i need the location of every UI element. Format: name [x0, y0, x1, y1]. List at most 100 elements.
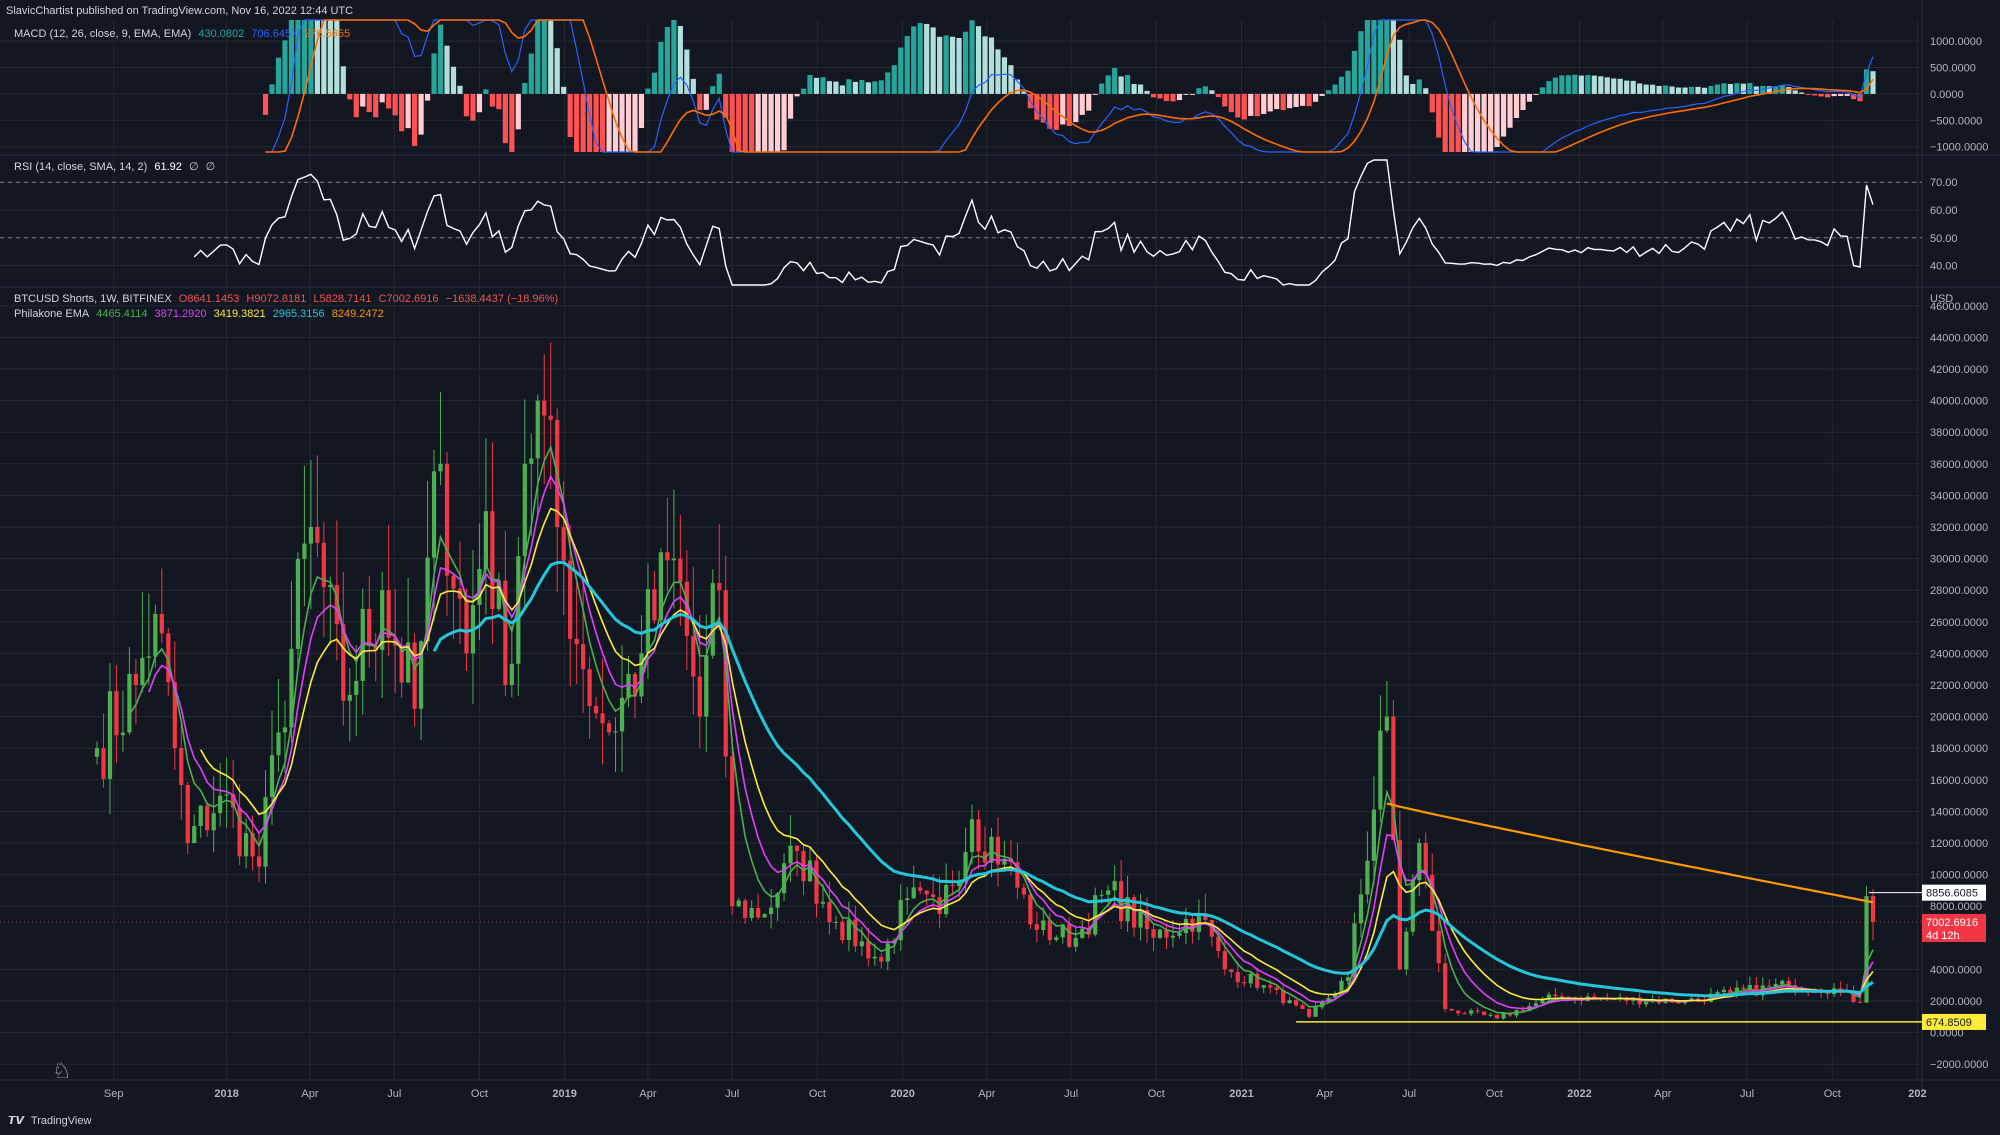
macd-bar-269 [1837, 93, 1844, 96]
price-tick-3: 40000.0000 [1930, 396, 1988, 408]
candle-body-55 [451, 575, 456, 589]
time-tick-7: Jul [725, 1088, 739, 1100]
candle-body-215 [1488, 1014, 1493, 1016]
macd-bar-267 [1825, 93, 1831, 98]
macd-bar-153 [1086, 93, 1092, 111]
candle-body-102 [756, 907, 761, 918]
macd-bar-228 [1572, 74, 1578, 94]
macd-bar-180 [1261, 93, 1267, 114]
ema-legend-value-2: 3871.2920 [154, 308, 207, 320]
macd-bar-200 [1390, 20, 1396, 94]
candle-body-184 [1287, 1000, 1292, 1004]
price-legend[interactable]: BTCUSD Shorts, 1W, BITFINEX O8641.1453 H… [14, 293, 562, 305]
candle-body-39 [347, 694, 352, 701]
macd-bar-59 [476, 93, 483, 113]
price-tick-5: 36000.0000 [1930, 459, 1988, 471]
macd-bar-105 [774, 93, 781, 152]
time-tick-12: Oct [1148, 1088, 1165, 1100]
candle-body-226 [1559, 996, 1564, 998]
macd-bar-48 [405, 93, 411, 129]
macd-bar-96 [716, 73, 722, 94]
candle-body-77 [593, 706, 599, 714]
macd-bar-249 [1708, 85, 1714, 94]
macd-bar-137 [982, 36, 988, 94]
macd-bar-154 [1092, 93, 1098, 95]
price-tick-1: 44000.0000 [1930, 332, 1988, 344]
macd-bar-130 [937, 36, 943, 94]
macd-bar-188 [1312, 93, 1319, 102]
candle-body-86 [652, 589, 657, 621]
macd-bar-46 [392, 93, 398, 116]
macd-bar-119 [865, 82, 871, 94]
price-tick-10: 26000.0000 [1930, 617, 1988, 629]
ema-legend-value-3: 3419.3821 [213, 308, 266, 320]
macd-bar-114 [833, 81, 839, 94]
macd-bar-44 [379, 93, 385, 103]
macd-bar-111 [813, 77, 820, 94]
time-tick-21: 202 [1908, 1088, 1926, 1100]
macd-tick-3: −500.0000 [1930, 115, 1982, 127]
macd-bar-160 [1131, 84, 1137, 94]
candle-body-193 [1345, 977, 1351, 981]
candle-body-33 [308, 527, 314, 544]
tradingview-footer[interactable]: 𝙏𝙑 TradingView [8, 1114, 91, 1127]
macd-bar-177 [1241, 93, 1247, 120]
macd-bar-65 [515, 93, 521, 130]
macd-bar-229 [1578, 75, 1584, 94]
candle-body-251 [1721, 989, 1727, 992]
time-tick-6: Apr [639, 1088, 656, 1100]
candle-body-28 [276, 732, 281, 756]
candle-body-31 [295, 558, 301, 649]
macd-bar-162 [1144, 90, 1150, 94]
time-tick-4: Oct [471, 1088, 488, 1100]
macd-bar-225 [1552, 77, 1558, 94]
replay-icon: ♘ [52, 1058, 72, 1083]
candle-body-135 [969, 819, 975, 852]
price-tick-14: 18000.0000 [1930, 743, 1988, 755]
candle-body-6 [133, 673, 138, 685]
candle-body-112 [820, 901, 826, 904]
candle-body-104 [768, 907, 774, 915]
macd-bar-178 [1248, 93, 1254, 116]
macd-bar-226 [1559, 75, 1565, 94]
macd-tick-2: 0.0000 [1930, 89, 1964, 101]
candle-body-182 [1274, 987, 1279, 991]
candle-body-151 [1073, 937, 1078, 947]
rsi-legend-value: 61.92 [154, 161, 182, 173]
macd-bar-252 [1727, 84, 1733, 94]
macd-bar-110 [807, 75, 813, 94]
rsi-legend[interactable]: RSI (14, close, SMA, 14, 2) 61.92 ∅ ∅ [14, 160, 219, 173]
candle-body-174 [1222, 950, 1227, 970]
macd-bar-88 [664, 27, 670, 94]
macd-legend[interactable]: MACD (12, 26, close, 9, EMA, EMA) 430.08… [14, 28, 354, 40]
candle-body-4 [120, 732, 126, 736]
candle-body-34 [315, 527, 320, 543]
ema-legend[interactable]: Philakone EMA 4465.4114 3871.2920 3419.3… [14, 308, 388, 320]
macd-bar-202 [1403, 75, 1409, 94]
macd-bar-179 [1254, 93, 1260, 117]
macd-bar-139 [995, 49, 1001, 94]
chart-canvas[interactable]: Sep 2018 Apr Jul Oct 2019 Apr Jul Oct 2020 Apr Jul O… [0, 0, 2000, 1135]
candle-body-94 [704, 655, 709, 717]
candle-body-260 [1780, 980, 1785, 985]
macd-bar-230 [1585, 75, 1591, 94]
macd-bar-168 [1183, 93, 1189, 95]
macd-bar-91 [684, 49, 690, 94]
candle-body-214 [1481, 1011, 1487, 1016]
macd-bar-61 [489, 93, 495, 107]
macd-bar-234 [1611, 78, 1617, 94]
macd-bar-45 [386, 93, 392, 109]
candle-body-72 [561, 527, 566, 561]
macd-bar-265 [1812, 93, 1818, 96]
macd-bar-95 [710, 86, 716, 94]
macd-bar-112 [820, 77, 826, 94]
macd-bar-206 [1429, 93, 1435, 113]
price-tick-15: 16000.0000 [1930, 775, 1988, 787]
macd-bar-87 [658, 41, 664, 94]
macd-bar-103 [762, 93, 768, 152]
rsi-tick-0: 70.00 [1930, 177, 1958, 189]
candle-body-175 [1229, 969, 1234, 973]
macd-bar-133 [956, 37, 962, 94]
candle-body-117 [853, 919, 858, 947]
candle-body-8 [146, 656, 151, 658]
